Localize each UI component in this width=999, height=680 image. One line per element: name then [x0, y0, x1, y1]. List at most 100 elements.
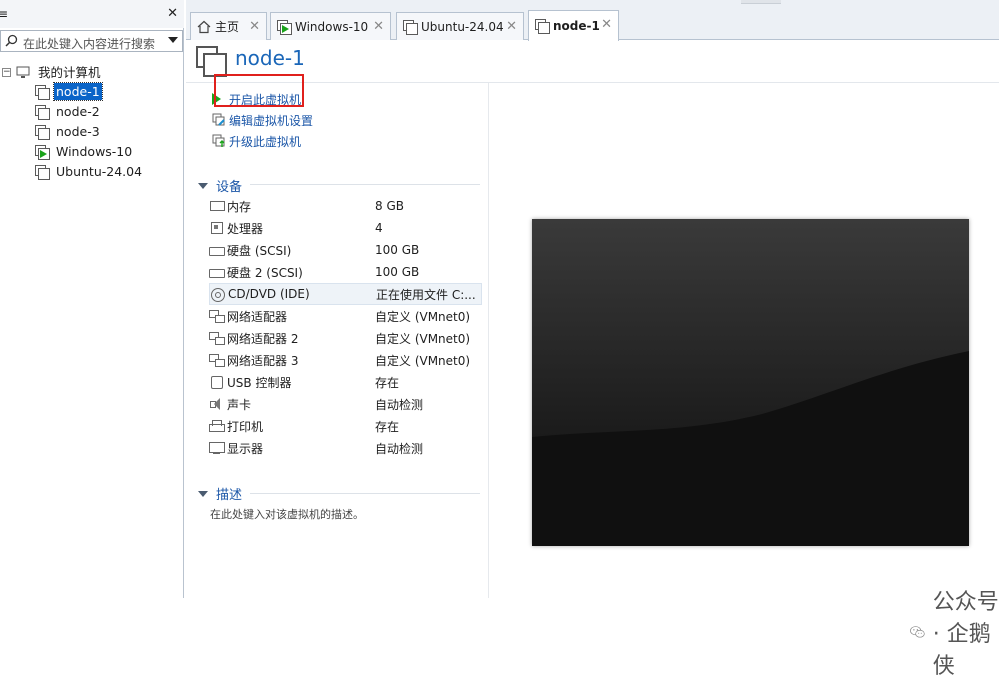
tree-item-node-1[interactable]: node-1 [35, 82, 103, 101]
device-value: 存在 [375, 419, 400, 434]
tree-item-ubuntu-24-04[interactable]: Ubuntu-24.04 [35, 162, 144, 181]
device-value: 100 GB [375, 265, 420, 279]
tree-item-windows-10[interactable]: Windows-10 [35, 142, 134, 161]
device-value: 自动检测 [375, 441, 424, 456]
memory-icon [209, 199, 225, 213]
tree-item-node-3[interactable]: node-3 [35, 122, 102, 141]
watermark-text: 公众号 · 企鹅侠 [932, 590, 999, 679]
device-row-cd-dvd[interactable]: CD/DVD (IDE) 正在使用文件 C:... [209, 283, 482, 305]
device-value: 自定义 (VMnet0) [375, 309, 471, 324]
device-value: 自定义 (VMnet0) [375, 331, 471, 346]
device-name: 网络适配器 2 [227, 331, 299, 346]
device-row-network-adapter-2[interactable]: 网络适配器 2 自定义 (VMnet0) [209, 327, 482, 349]
device-name: 打印机 [227, 419, 264, 434]
description-input[interactable]: 在此处键入对该虚拟机的描述。 [210, 506, 364, 522]
collapse-triangle-icon[interactable] [198, 490, 208, 497]
tab-strip: 主页 ✕ Windows-10 ✕ Ubuntu-24.04 ✕ node-1 … [186, 0, 999, 41]
search-dropdown-icon[interactable] [168, 37, 178, 43]
vm-icon [35, 104, 50, 120]
section-title: 描述 [216, 488, 243, 503]
action-label: 升级此虚拟机 [229, 134, 302, 149]
tab-close-icon[interactable]: ✕ [249, 19, 260, 34]
network-adapter-icon [209, 309, 225, 323]
vm-icon [403, 19, 418, 35]
device-row-usb-controller[interactable]: USB 控制器 存在 [209, 371, 482, 393]
upgrade-vm-link[interactable]: 升级此虚拟机 [212, 132, 301, 150]
device-value: 自定义 (VMnet0) [375, 353, 471, 368]
vm-screen-preview[interactable] [532, 219, 969, 546]
network-adapter-icon [209, 331, 225, 345]
description-section-header[interactable]: 描述 [198, 484, 242, 503]
device-name: 网络适配器 [227, 309, 288, 324]
library-search-box[interactable]: 在此处键入内容进行搜索 [0, 30, 183, 52]
device-row-memory[interactable]: 内存 8 GB [209, 195, 482, 217]
tab-label: node-1 [553, 19, 600, 33]
device-name: 网络适配器 3 [227, 353, 299, 368]
vm-icon [35, 164, 50, 180]
section-rule [250, 493, 480, 494]
tab-close-icon[interactable]: ✕ [373, 19, 384, 34]
edit-vm-settings-link[interactable]: 编辑虚拟机设置 [212, 111, 313, 129]
vm-title: node-1 [235, 46, 305, 70]
device-row-network-adapter[interactable]: 网络适配器 自定义 (VMnet0) [209, 305, 482, 327]
device-name: 硬盘 2 (SCSI) [227, 265, 303, 280]
tree-item-label: node-1 [53, 82, 103, 101]
tab-label: Windows-10 [295, 19, 369, 34]
device-row-sound-card[interactable]: 声卡 自动检测 [209, 393, 482, 415]
device-value: 100 GB [375, 243, 420, 257]
device-value: 4 [375, 221, 383, 235]
tree-item-label: node-3 [56, 124, 100, 139]
hard-disk-icon [209, 265, 225, 279]
device-value: 存在 [375, 375, 400, 390]
device-name: CD/DVD (IDE) [228, 287, 310, 301]
tree-item-label: Ubuntu-24.04 [56, 164, 143, 179]
device-row-cpu[interactable]: 处理器 4 [209, 217, 482, 239]
cd-dvd-icon [210, 287, 226, 302]
search-input[interactable]: 在此处键入内容进行搜索 [23, 35, 155, 52]
tree-item-label: node-2 [56, 104, 100, 119]
edit-settings-icon [212, 113, 225, 126]
vm-running-icon [277, 19, 292, 35]
devices-section-header[interactable]: 设备 [198, 176, 242, 195]
vm-summary-page: node-1 开启此虚拟机 编辑虚拟机设置 升级此虚拟机 设备 内存 8 GB [186, 41, 999, 679]
device-name: 硬盘 (SCSI) [227, 243, 292, 258]
vm-icon [35, 84, 50, 100]
device-name: 声卡 [227, 397, 252, 412]
printer-icon [209, 419, 225, 433]
library-title: ≡ [0, 7, 9, 21]
device-row-network-adapter-3[interactable]: 网络适配器 3 自定义 (VMnet0) [209, 349, 482, 371]
tab-node-1[interactable]: node-1 ✕ [528, 10, 619, 41]
device-row-hard-disk-2[interactable]: 硬盘 2 (SCSI) 100 GB [209, 261, 482, 283]
device-row-printer[interactable]: 打印机 存在 [209, 415, 482, 437]
sound-card-icon [209, 397, 225, 411]
tree-item-node-2[interactable]: node-2 [35, 102, 102, 121]
network-adapter-icon [209, 353, 225, 367]
section-title: 设备 [216, 180, 243, 195]
tree-root-my-computer[interactable]: 我的计算机 [16, 62, 103, 81]
device-row-display[interactable]: 显示器 自动检测 [209, 437, 482, 459]
tab-strip-separator [741, 0, 781, 4]
collapse-triangle-icon[interactable] [198, 182, 208, 189]
vm-running-icon [35, 144, 50, 160]
highlight-box [214, 74, 304, 107]
tab-ubuntu-24-04[interactable]: Ubuntu-24.04 ✕ [396, 12, 524, 40]
vm-large-icon [196, 46, 227, 77]
tab-home[interactable]: 主页 ✕ [190, 12, 267, 40]
wechat-icon [910, 626, 925, 638]
library-panel: ≡ ✕ 在此处键入内容进行搜索 − 我的计算机 node-1 node-2 no… [0, 0, 184, 598]
computer-icon [16, 66, 30, 78]
action-label: 编辑虚拟机设置 [229, 113, 314, 128]
device-name: 处理器 [227, 221, 264, 236]
watermark: 公众号 · 企鹅侠 [910, 584, 999, 680]
home-icon [197, 20, 211, 33]
tree-collapse-icon[interactable]: − [2, 68, 11, 77]
tab-close-icon[interactable]: ✕ [601, 17, 612, 32]
tab-close-icon[interactable]: ✕ [506, 19, 517, 34]
device-row-hard-disk[interactable]: 硬盘 (SCSI) 100 GB [209, 239, 482, 261]
tree-root-label: 我的计算机 [38, 65, 101, 80]
vm-header: node-1 [186, 41, 999, 83]
tab-windows-10[interactable]: Windows-10 ✕ [270, 12, 391, 40]
library-close-icon[interactable]: ✕ [167, 6, 178, 21]
device-value: 8 GB [375, 199, 404, 213]
device-value: 正在使用文件 C:... [376, 287, 476, 302]
